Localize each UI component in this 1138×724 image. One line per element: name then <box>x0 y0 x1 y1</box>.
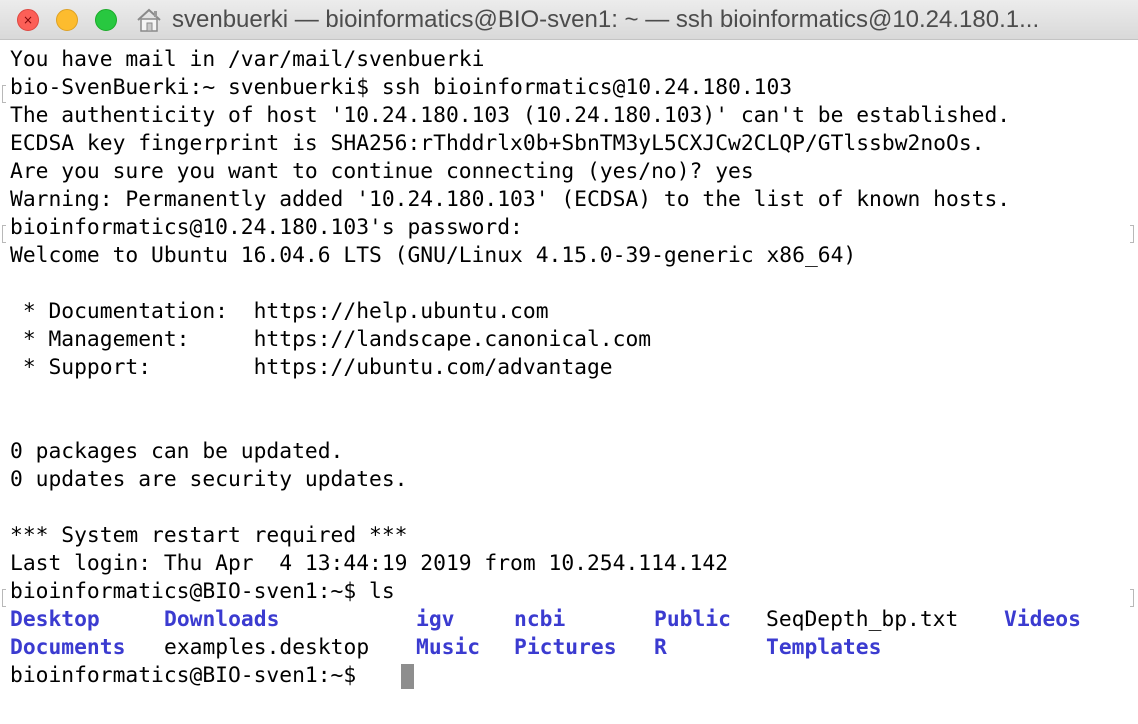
terminal-line: * Documentation: https://help.ubuntu.com <box>10 299 549 324</box>
terminal-line: * Support: https://ubuntu.com/advantage <box>10 355 613 380</box>
ls-entry-directory: R <box>654 635 667 660</box>
window-title: svenbuerki — bioinformatics@BIO-sven1: ~… <box>172 6 1040 33</box>
terminal-line: The authenticity of host '10.24.180.103 … <box>10 103 1011 128</box>
ls-entry-directory: Music <box>416 635 481 660</box>
input-mark-right <box>1130 589 1134 607</box>
input-mark-right <box>1130 225 1134 243</box>
terminal-line: bioinformatics@10.24.180.103's password: <box>10 215 523 240</box>
terminal-line: Warning: Permanently added '10.24.180.10… <box>10 187 1011 212</box>
input-mark-left <box>2 589 6 607</box>
input-mark-left <box>2 85 6 103</box>
ls-entry-directory: Pictures <box>514 635 617 660</box>
terminal-line: *** System restart required *** <box>10 523 408 548</box>
close-button[interactable]: × <box>17 9 39 31</box>
terminal-line: bioinformatics@BIO-sven1:~$ ls <box>10 579 395 604</box>
ls-entry-directory: Documents <box>10 635 126 660</box>
terminal-line: Last login: Thu Apr 4 13:44:19 2019 from… <box>10 551 729 576</box>
ls-entry-directory: igv <box>416 607 455 632</box>
home-folder-icon <box>137 8 161 32</box>
terminal-line: 0 packages can be updated. <box>10 439 344 464</box>
ls-entry-directory: Downloads <box>164 607 280 632</box>
ls-entry-file: examples.desktop <box>164 635 370 660</box>
terminal-line: ECDSA key fingerprint is SHA256:rThddrlx… <box>10 131 985 156</box>
terminal-line: Welcome to Ubuntu 16.04.6 LTS (GNU/Linux… <box>10 243 857 268</box>
ls-entry-file: SeqDepth_bp.txt <box>766 607 959 632</box>
terminal-output[interactable]: You have mail in /var/mail/svenbuerki bi… <box>0 40 1138 724</box>
terminal-line: You have mail in /var/mail/svenbuerki <box>10 47 485 72</box>
shell-prompt: bioinformatics@BIO-sven1:~$ <box>10 663 370 688</box>
minimize-button[interactable] <box>56 9 78 31</box>
terminal-line: * Management: https://landscape.canonica… <box>10 327 652 352</box>
terminal-line: bio-SvenBuerki:~ svenbuerki$ ssh bioinfo… <box>10 75 793 100</box>
terminal-line: Are you sure you want to continue connec… <box>10 159 754 184</box>
close-icon: × <box>22 13 34 27</box>
terminal-window: × svenbuerki — bioinformatics@BIO-sven1:… <box>0 0 1138 724</box>
ls-entry-directory: Public <box>654 607 731 632</box>
text-cursor <box>401 664 414 689</box>
ls-entry-directory: ncbi <box>514 607 566 632</box>
title-bar[interactable]: × svenbuerki — bioinformatics@BIO-sven1:… <box>0 0 1138 40</box>
ls-entry-directory: Desktop <box>10 607 100 632</box>
maximize-button[interactable] <box>95 9 117 31</box>
terminal-line: 0 updates are security updates. <box>10 467 408 492</box>
ls-entry-directory: Templates <box>766 635 882 660</box>
ls-entry-directory: Videos <box>1004 607 1081 632</box>
input-mark-left <box>2 225 6 243</box>
